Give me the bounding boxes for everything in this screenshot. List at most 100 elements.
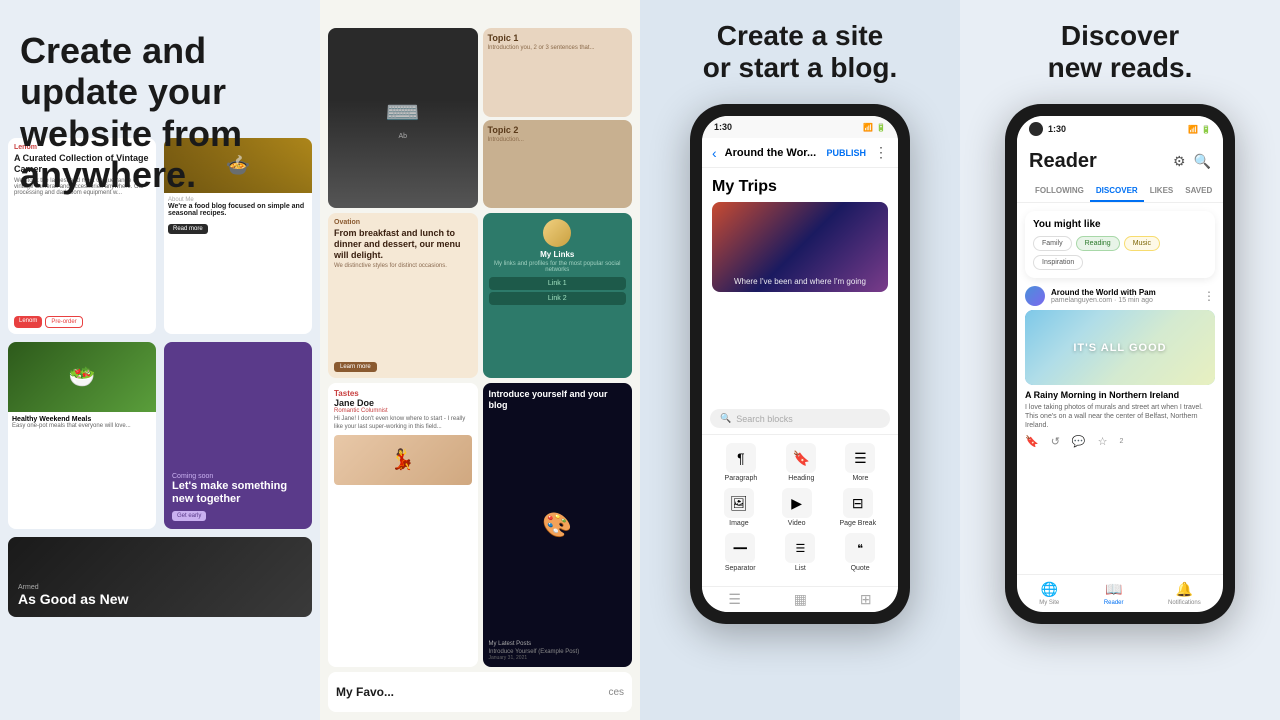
template-ovation: Ovation From breakfast and lunch to dinn… [328,213,478,378]
tab-saved[interactable]: SAVED [1179,181,1218,202]
phone-screen-blog: 1:30 📶 🔋 ‹ Around the Wor... PUBLISH ⋮ M… [702,116,898,612]
comment-icon[interactable]: 💬 [1072,435,1086,448]
tab-following[interactable]: FOLLOWING [1029,181,1090,202]
you-might-like-card: You might like Family Reading Music Insp… [1025,211,1215,278]
introduce-img: 🎨 [489,411,627,641]
my-site-icon: 🌐 [1041,581,1058,598]
block-heading[interactable]: 🔖 Heading [786,443,816,482]
learn-more-btn[interactable]: Lenom [14,316,42,328]
pill-music[interactable]: Music [1124,236,1160,251]
author-name: Around the World with Pam [1051,288,1197,297]
section-create-anywhere: Create and update your website from anyw… [0,0,320,720]
nav-bar: ‹ Around the Wor... PUBLISH ⋮ [702,138,898,168]
phone-frame-blog: 1:30 📶 🔋 ‹ Around the Wor... PUBLISH ⋮ M… [690,104,910,624]
my-links-text: My links and profiles for the most popul… [489,261,627,273]
layout-icon[interactable]: ⊞ [860,591,872,608]
block-page-break[interactable]: ⊟ Page Break [839,488,876,527]
publish-button[interactable]: PUBLISH [826,148,866,158]
article-more-icon[interactable]: ⋮ [1203,289,1215,303]
template-card-salad: 🥗 Healthy Weekend Meals Easy one-pot mea… [8,342,156,528]
quote-icon: ❝ [845,533,875,563]
block-separator[interactable]: ━━ Separator [725,533,756,572]
profile-avatar [543,219,571,247]
video-label: Video [788,520,806,527]
hero-caption: Where I've been and where I'm going [718,277,882,286]
read-more-btn[interactable]: Read more [168,224,208,234]
author-domain: pamelanguyen.com · 15 min ago [1051,297,1197,304]
reader-tabs: FOLLOWING DISCOVER LIKES SAVED [1017,181,1223,203]
back-button[interactable]: ‹ [712,145,717,161]
templates-row-2: Ovation From breakfast and lunch to dinn… [328,213,632,378]
nav-reader[interactable]: 📖 Reader [1104,581,1124,606]
as-good-title: As Good as New [18,591,302,607]
link-row-1: Link 1 [489,277,627,290]
pill-inspiration[interactable]: Inspiration [1033,255,1083,270]
templates-row-1: ⌨️ Ab Topic 1 Introduction you, 2 or 3 s… [328,28,632,208]
like-icon[interactable]: ☆ [1098,435,1108,448]
nav-notifications[interactable]: 🔔 Notifications [1168,581,1201,606]
ab-label: Ab [398,133,407,140]
tab-discover[interactable]: DISCOVER [1090,181,1144,202]
section-discover-reads: Discover new reads. 1:30 📶 🔋 Reader ⚙ 🔍 [960,0,1280,720]
notifications-icon: 🔔 [1176,581,1193,598]
reader-wifi-icon: 📶 [1188,125,1198,134]
reader-nav-label: Reader [1104,600,1124,606]
status-left: 1:30 [1029,122,1066,136]
image-label: Image [729,520,748,527]
list-view-icon[interactable]: ☰ [728,591,741,608]
jane-subtitle: Romantic Columnist [334,408,472,414]
battery-icon: 🔋 [876,123,886,132]
nav-my-site[interactable]: 🌐 My Site [1039,581,1059,606]
phone-screen-reader: 1:30 📶 🔋 Reader ⚙ 🔍 FOLLOWING DISCOVER [1017,116,1223,612]
section-templates: ⌨️ Ab Topic 1 Introduction you, 2 or 3 s… [320,0,640,720]
template-introduce: Introduce yourself and your blog 🎨 My La… [483,383,633,667]
post-date: January 31, 2021 [489,655,627,661]
block-video[interactable]: ▶ Video [782,488,812,527]
template-card-purple: Coming soon Let's make something new tog… [164,342,312,528]
block-list[interactable]: ☰ List [785,533,815,572]
my-site-label: My Site [1039,600,1059,606]
status-icons: 📶 🔋 [863,123,886,132]
ovation-title: From breakfast and lunch to dinner and d… [334,228,472,260]
ovation-text: We distinctive styles for distinct occas… [334,263,472,269]
reader-status-icons: 📶 🔋 [1188,125,1211,134]
templates-grid: ⌨️ Ab Topic 1 Introduction you, 2 or 3 s… [320,20,640,720]
block-image[interactable]: 🖼 Image [724,488,754,527]
jane-img: 💃 [334,435,472,485]
hero-image: Where I've been and where I'm going [712,202,888,292]
salad-text: Easy one-pot meals that everyone will lo… [12,423,152,429]
grid-view-icon[interactable]: ▦ [794,591,807,608]
pill-family[interactable]: Family [1033,236,1072,251]
tab-likes[interactable]: LIKES [1144,181,1180,202]
block-more[interactable]: ☰ More [845,443,875,482]
more-icon[interactable]: ⋮ [874,144,888,161]
article-title: A Rainy Morning in Northern Ireland [1025,390,1215,400]
topic-2-text: Introduction... [488,137,628,145]
article-hero-img: IT'S ALL GOOD [1025,310,1215,385]
settings-icon[interactable]: ⚙ [1173,153,1186,170]
phone-frame-reader: 1:30 📶 🔋 Reader ⚙ 🔍 FOLLOWING DISCOVER [1005,104,1235,624]
search-blocks-bar[interactable]: 🔍 Search blocks [710,409,890,428]
block-quote[interactable]: ❝ Quote [845,533,875,572]
status-time: 1:30 [714,122,732,132]
learn-more-ovation[interactable]: Learn more [334,362,377,372]
section-1-headline: Create and update your website from anyw… [20,30,300,196]
article-excerpt: I love taking photos of murals and stree… [1025,403,1215,430]
front-camera [1029,122,1043,136]
preorder-btn[interactable]: Pre-order [45,316,82,328]
block-paragraph[interactable]: ¶ Paragraph [725,443,758,482]
reader-search-icon[interactable]: 🔍 [1194,153,1211,170]
video-icon: ▶ [782,488,812,518]
get-early-btn[interactable]: Get early [172,511,206,521]
status-bar: 1:30 📶 🔋 [702,116,898,138]
template-writer-img: ⌨️ Ab [328,28,478,208]
pill-reading[interactable]: Reading [1076,236,1120,251]
reader-header: Reader ⚙ 🔍 [1017,142,1223,181]
phone-bottom-bar: ☰ ▦ ⊞ [702,586,898,612]
bookmark-icon[interactable]: 🔖 [1025,435,1039,448]
armed-label: Armed [18,584,302,591]
reblog-icon[interactable]: ↺ [1051,435,1060,448]
template-topics: Topic 1 Introduction you, 2 or 3 sentenc… [483,28,633,208]
reader-time: 1:30 [1048,124,1066,134]
search-icon: 🔍 [720,413,731,424]
